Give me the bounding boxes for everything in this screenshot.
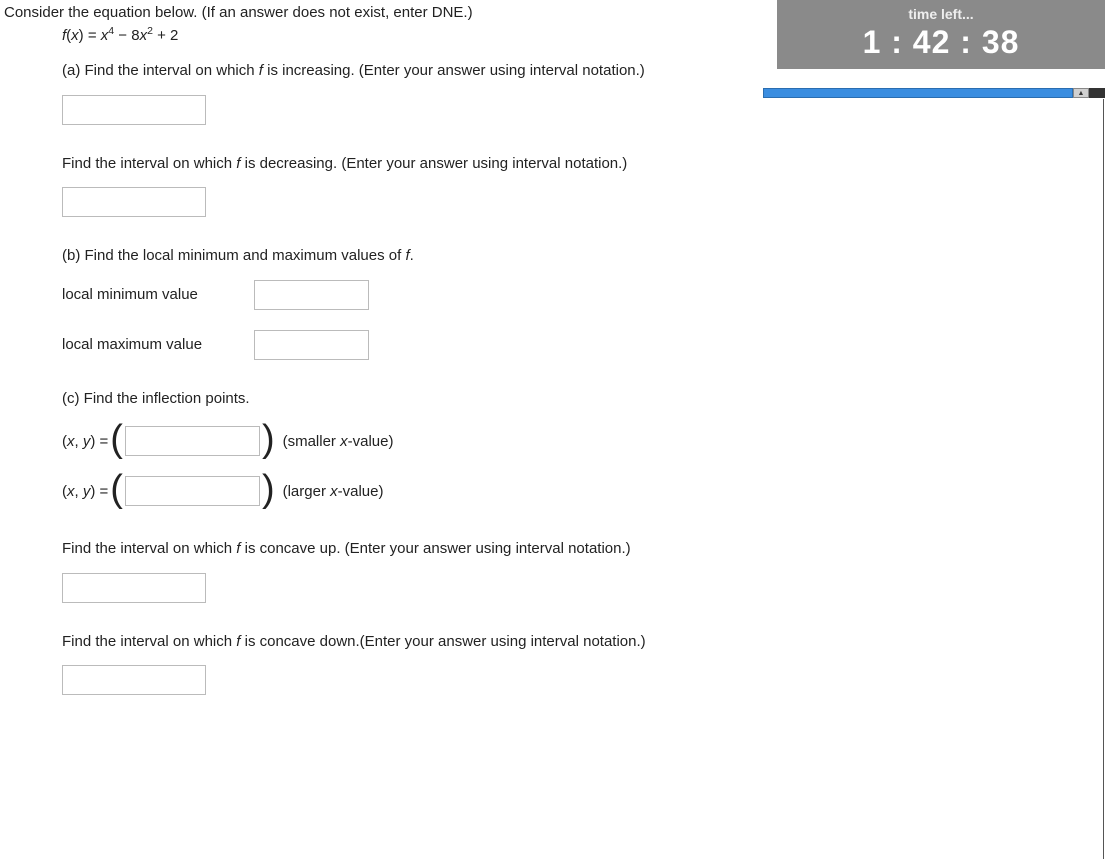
local-max-input[interactable] <box>254 330 369 360</box>
inflection-smaller-row: (x, y) = ( ) (smaller x-value) <box>62 422 1105 460</box>
open-paren-icon: ( <box>108 420 125 458</box>
timer-label: time left... <box>777 0 1105 24</box>
inflection-larger-row: (x, y) = ( ) (larger x-value) <box>62 472 1105 510</box>
smaller-x-label: (smaller x-value) <box>283 433 394 450</box>
concave-up-input[interactable] <box>62 573 206 603</box>
local-min-input[interactable] <box>254 280 369 310</box>
local-min-label: local minimum value <box>62 286 232 303</box>
concave-down-prompt: Find the interval on which f is concave … <box>62 631 1105 654</box>
part-b-prompt: (b) Find the local minimum and maximum v… <box>62 245 1105 268</box>
part-c-prompt: (c) Find the inflection points. <box>62 388 1105 411</box>
concave-up-prompt: Find the interval on which f is concave … <box>62 538 1105 561</box>
progress-end <box>1089 88 1105 98</box>
larger-x-label: (larger x-value) <box>283 483 384 500</box>
progress-fill <box>763 88 1073 98</box>
open-paren-icon: ( <box>108 470 125 508</box>
progress-collapse-button[interactable]: ▲ <box>1073 88 1089 98</box>
equation-x: x <box>71 27 79 44</box>
inflection-larger-input[interactable] <box>125 476 260 506</box>
concave-down-input[interactable] <box>62 665 206 695</box>
inflection-smaller-input[interactable] <box>125 426 260 456</box>
timer-value: 1 : 42 : 38 <box>777 24 1105 69</box>
decreasing-interval-input[interactable] <box>62 187 206 217</box>
local-max-label: local maximum value <box>62 336 232 353</box>
right-divider <box>1103 99 1104 859</box>
timer-panel: time left... 1 : 42 : 38 <box>777 0 1105 69</box>
progress-bar: ▲ <box>763 88 1105 98</box>
close-paren-icon: ) <box>260 420 277 458</box>
part-a-decreasing-prompt: Find the interval on which f is decreasi… <box>62 153 1105 176</box>
increasing-interval-input[interactable] <box>62 95 206 125</box>
close-paren-icon: ) <box>260 470 277 508</box>
